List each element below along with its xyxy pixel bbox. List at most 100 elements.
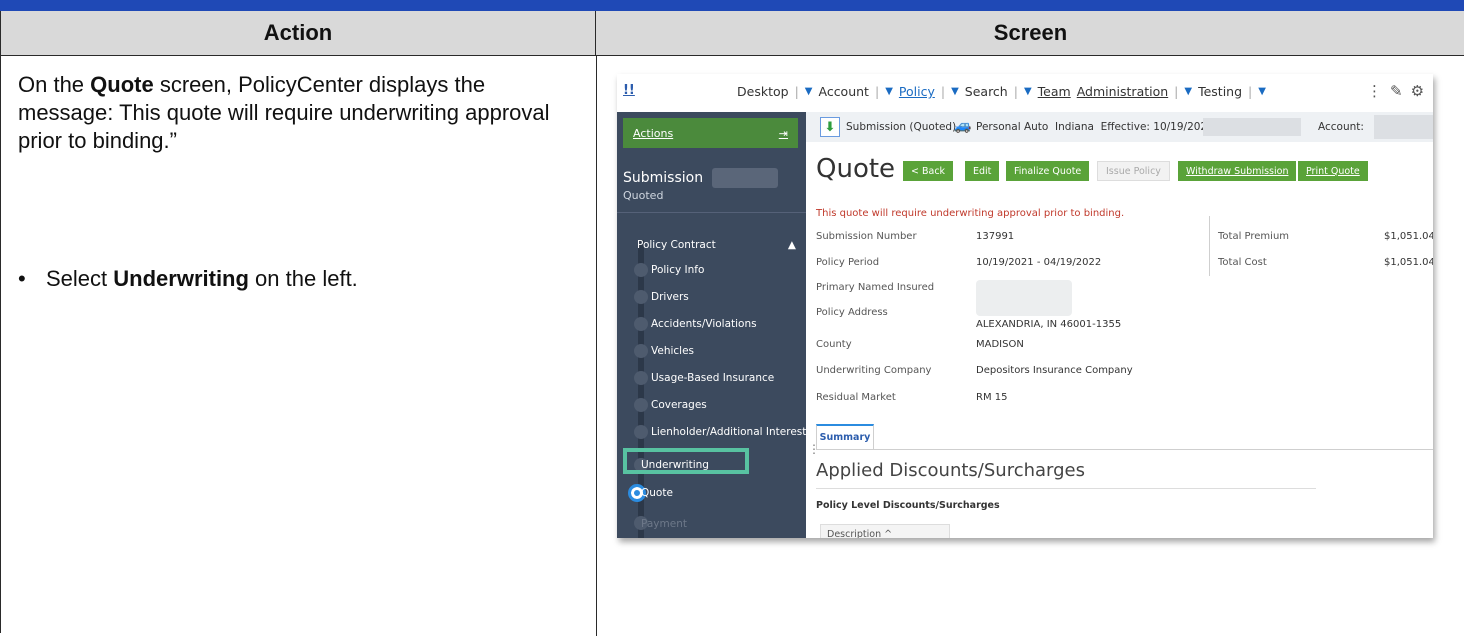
sidebar-item-vehicles[interactable]: Vehicles [651,341,694,361]
applied-discounts-title: Applied Discounts/Surcharges [816,460,1085,481]
tab-team[interactable]: Team [1038,84,1071,99]
section-divider [816,488,1316,489]
residual-market-label: Residual Market [816,392,896,403]
product-name: Personal Auto [976,121,1049,133]
chevron-down-icon[interactable]: ▼ [805,86,813,97]
policycenter-screenshot: !! Desktop | ▼ Account | ▼ Policy | ▼ Se… [617,74,1433,538]
drag-handle-icon[interactable]: ⋮ [808,442,820,456]
chevron-down-icon[interactable]: ▼ [951,86,959,97]
chevron-down-icon[interactable]: ▼ [1184,86,1192,97]
tab-summary[interactable]: Summary [816,424,874,450]
action-text-bold: Quote [90,72,154,97]
nav-separator: | [1248,84,1253,99]
nav-separator: | [940,84,946,99]
sidebar-section-policy-contract[interactable]: Policy Contract ▲ [637,235,802,255]
step-dot-icon [634,425,648,439]
step-dot-icon [634,317,648,331]
submission-status-text: Submission (Quoted) [846,121,957,133]
policy-address-label: Policy Address [816,307,888,318]
action-paragraph: On the Quote screen, PolicyCenter displa… [18,71,578,155]
tab-testing[interactable]: Testing [1198,84,1242,99]
tab-desktop[interactable]: Desktop [737,84,789,99]
section-label: Policy Contract [637,239,716,251]
action-text-pre: On the [18,72,91,97]
edit-button[interactable]: Edit [965,161,1000,181]
primary-insured-label: Primary Named Insured [816,282,935,293]
field-divider [1209,216,1210,276]
action-bullet: • Select Underwriting on the left. [18,265,578,293]
chevron-down-icon[interactable]: ▼ [885,86,893,97]
step-dot-icon [634,263,648,277]
sidebar-item-drivers[interactable]: Drivers [651,287,689,307]
slide-top-bar [0,0,1464,11]
main-content: ⬇ Submission (Quoted) 🚙 Personal Auto In… [806,112,1433,538]
sidebar-item-coverages[interactable]: Coverages [651,395,707,415]
bullet-text-post: on the left. [248,266,358,291]
underwriting-warning: This quote will require underwriting app… [816,208,1125,219]
column-divider [596,56,597,636]
action-column-header: Action [1,11,596,56]
page-title: Quote [816,154,896,184]
withdraw-submission-button[interactable]: Withdraw Submission [1178,161,1297,181]
bullet-dot-icon: • [18,266,26,291]
redacted-field [1203,118,1301,136]
nav-separator: | [1013,84,1018,99]
back-button[interactable]: < Back [903,161,954,181]
sidebar-item-payment[interactable]: Payment [641,514,687,534]
collapse-icon: ⇥ [778,126,788,140]
residual-market-value: RM 15 [976,392,1008,403]
finalize-quote-button[interactable]: Finalize Quote [1006,161,1090,181]
policy-level-label: Policy Level Discounts/Surcharges [816,500,1000,511]
chevron-up-icon: ▲ [787,239,796,251]
bullet-text-bold: Underwriting [113,266,249,291]
effective-date: Effective: 10/19/2021 [1100,121,1214,133]
screen-column-header: Screen [596,11,1464,56]
uw-company-value: Depositors Insurance Company [976,365,1133,376]
chevron-down-icon[interactable]: ▼ [1258,86,1266,97]
description-column-header[interactable]: Description ^ [820,524,950,538]
app-logo[interactable]: !! [623,83,635,98]
step-dot-icon [634,344,648,358]
chevron-down-icon[interactable]: ▼ [1024,86,1032,97]
underwriting-highlight-box [623,448,749,474]
sidebar-item-lienholder[interactable]: Lienholder/Additional Interest [651,422,806,442]
product-info: Personal Auto Indiana Effective: 10/19/2… [976,121,1214,133]
sidebar-item-quote[interactable]: Quote [641,483,673,503]
actions-button[interactable]: Actions ⇥ [623,118,798,148]
submission-status: Quoted [623,189,664,202]
tab-bar: Desktop | ▼ Account | ▼ Policy | ▼ Searc… [737,84,1266,99]
nav-separator: | [1174,84,1179,99]
more-vert-icon[interactable]: ⋮ [1367,82,1382,100]
county-label: County [816,339,852,350]
total-cost-value: $1,051.04 [1384,257,1433,268]
step-dot-icon [634,371,648,385]
sidebar-item-accidents[interactable]: Accidents/Violations [651,314,757,334]
nav-separator: | [874,84,880,99]
step-dot-icon [634,290,648,304]
submission-title: Submission [623,170,704,186]
redacted-name [976,280,1072,316]
sidebar-item-policy-info[interactable]: Policy Info [651,260,704,280]
tab-account[interactable]: Account [818,84,868,99]
policy-address-value: ALEXANDRIA, IN 46001-1355 [976,319,1122,330]
step-dot-icon [634,398,648,412]
settings-icon[interactable]: ⚙ [1411,82,1424,100]
redacted-field [1374,115,1433,139]
edit-icon[interactable]: ✎ [1390,82,1403,100]
total-premium-label: Total Premium [1218,231,1290,242]
car-icon: 🚙 [954,118,972,134]
tab-administration[interactable]: Administration [1077,84,1168,99]
bullet-text-pre: Select [46,266,114,291]
uw-company-label: Underwriting Company [816,365,932,376]
print-quote-button[interactable]: Print Quote [1298,161,1368,181]
sidebar-item-usage-based[interactable]: Usage-Based Insurance [651,368,774,388]
top-icons: ⋮ ✎ ⚙ [1367,82,1424,100]
state-name: Indiana [1055,121,1094,133]
actions-label: Actions [633,126,674,140]
total-cost-label: Total Cost [1218,257,1267,268]
download-icon: ⬇ [820,117,840,137]
county-value: MADISON [976,339,1024,350]
tab-policy[interactable]: Policy [899,84,935,99]
tab-search[interactable]: Search [965,84,1008,99]
nav-separator: | [794,84,799,99]
